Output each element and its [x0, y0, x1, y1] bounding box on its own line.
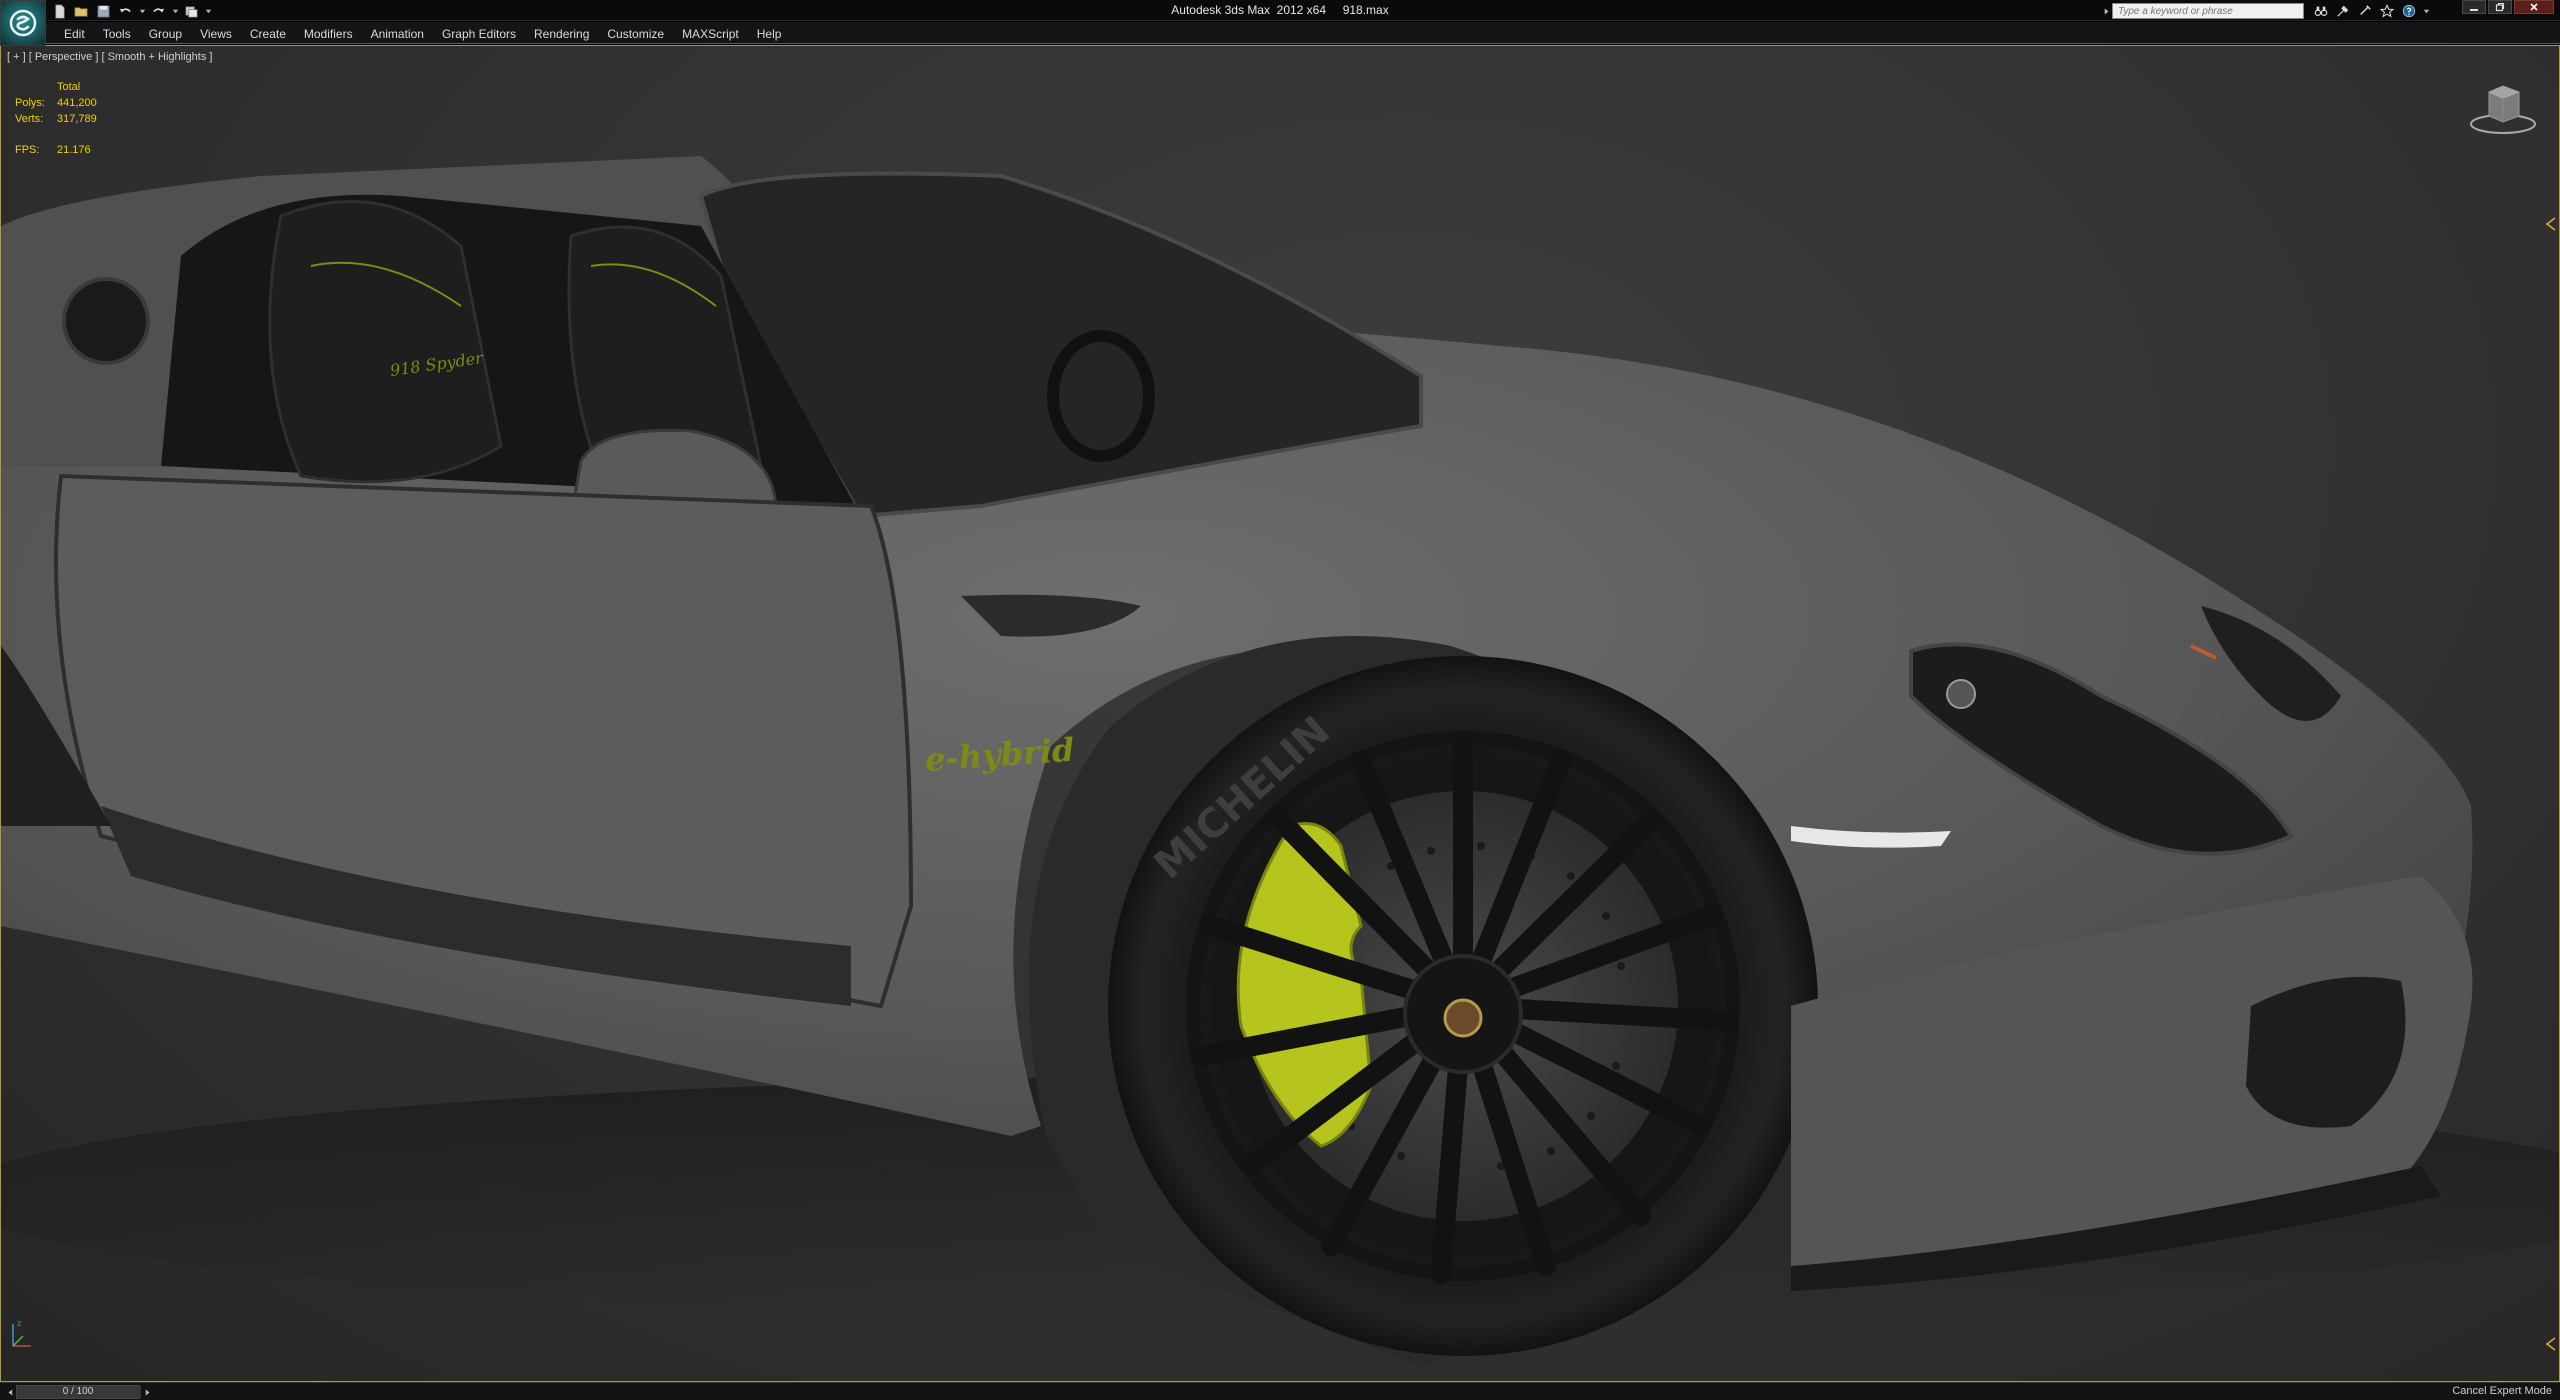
verts-label: Verts:: [15, 113, 44, 125]
help-dropdown-icon[interactable]: [2422, 3, 2430, 20]
viewcube-icon[interactable]: [2467, 80, 2539, 136]
menu-customize[interactable]: Customize: [598, 26, 673, 42]
rear-vent: [62, 277, 150, 365]
menu-edit[interactable]: Edit: [55, 26, 94, 42]
menu-animation[interactable]: Animation: [362, 26, 433, 42]
title-bar: Autodesk 3ds Max 2012 x64 918.max: [0, 0, 2560, 46]
verts-value: 317,789: [57, 113, 97, 125]
search-input[interactable]: [2112, 3, 2304, 19]
menu-tools[interactable]: Tools: [94, 26, 140, 42]
restore-icon[interactable]: [2488, 0, 2512, 14]
cancel-expert-mode-button[interactable]: Cancel Expert Mode: [2452, 1385, 2552, 1397]
time-prev-icon[interactable]: [4, 1385, 16, 1399]
menu-bar: Edit Tools Group Views Create Modifiers …: [0, 22, 2560, 44]
fps-label: FPS:: [15, 144, 40, 156]
viewport-label[interactable]: [ + ] [ Perspective ] [ Smooth + Highlig…: [7, 51, 212, 63]
status-bar: 0 / 100 Cancel Expert Mode: [0, 1382, 2560, 1400]
communication-center-icon[interactable]: [2356, 3, 2374, 20]
menu-group[interactable]: Group: [140, 26, 191, 42]
viewport-edge-markers: [2545, 217, 2556, 1351]
stats-header: Total: [57, 81, 81, 93]
hub-crest-icon: [1443, 998, 1483, 1038]
star-icon[interactable]: [2378, 3, 2396, 20]
car-render-scene: 918 Spyder e-hybrid MICHELIN: [1, 156, 2559, 1366]
axis-tripod-icon: z: [12, 1319, 31, 1347]
menu-maxscript[interactable]: MAXScript: [673, 26, 748, 42]
infocenter-collapse-icon[interactable]: [2102, 2, 2112, 20]
menu-help[interactable]: Help: [748, 26, 791, 42]
menu-graph-editors[interactable]: Graph Editors: [433, 26, 525, 42]
subscription-icon[interactable]: [2334, 3, 2352, 20]
menu-views[interactable]: Views: [191, 26, 241, 42]
menu-modifiers[interactable]: Modifiers: [295, 26, 362, 42]
close-icon[interactable]: [2514, 0, 2554, 14]
menu-create[interactable]: Create: [241, 26, 295, 42]
time-slider-label: 0 / 100: [62, 1386, 94, 1397]
menu-rendering[interactable]: Rendering: [525, 26, 598, 42]
help-icon[interactable]: [2400, 3, 2418, 20]
window-controls: [2462, 0, 2554, 14]
fps-value: 21.176: [57, 144, 91, 156]
minimize-icon[interactable]: [2462, 0, 2486, 14]
app-logo-icon[interactable]: [0, 0, 46, 46]
perspective-viewport[interactable]: 918 Spyder e-hybrid MICHELIN [+] [Per…: [0, 45, 2560, 1382]
time-next-icon[interactable]: [142, 1385, 154, 1399]
polys-value: 441,200: [57, 97, 97, 109]
binoculars-icon[interactable]: [2312, 3, 2330, 20]
polys-label: Polys:: [15, 97, 45, 109]
time-slider[interactable]: 0 / 100: [16, 1385, 141, 1399]
statistics-overlay: Total Polys: 441,200 Verts: 317,789 FPS: 21…: [15, 79, 127, 158]
svg-text:z: z: [17, 1319, 21, 1328]
infocenter-toolbar: [2102, 2, 2430, 20]
